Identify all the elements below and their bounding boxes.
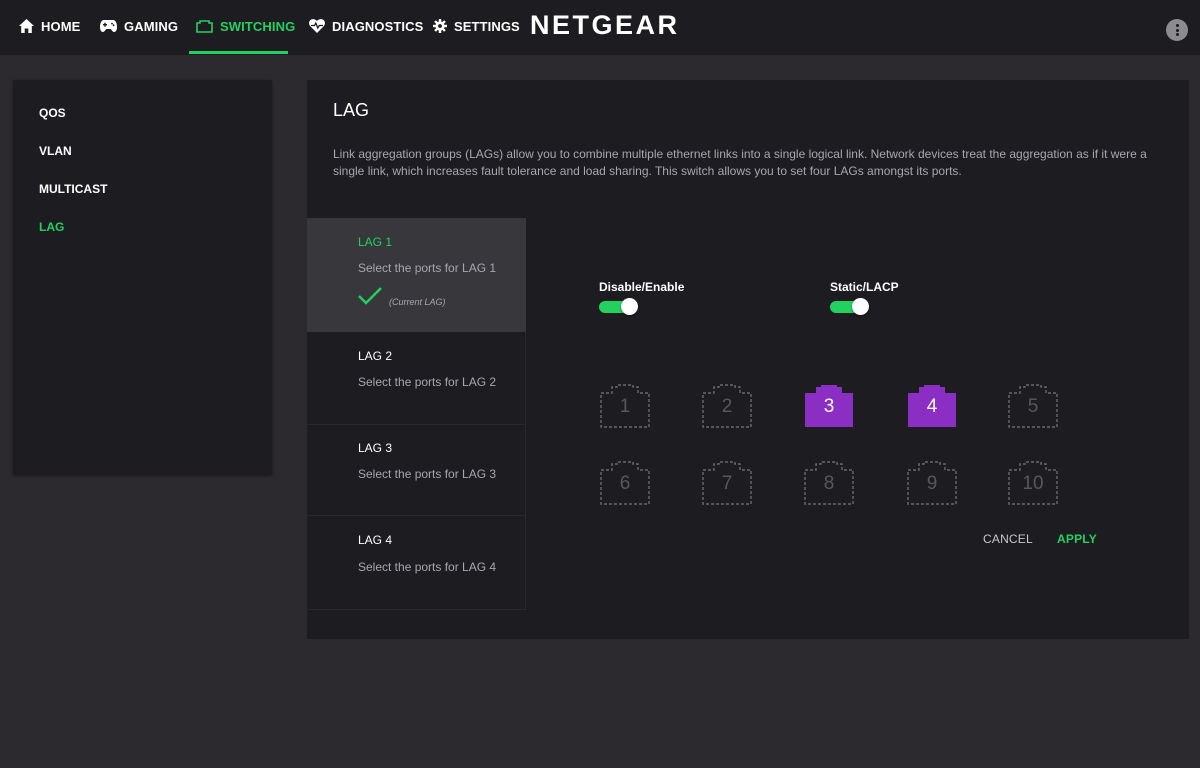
nav-switching[interactable]: SWITCHING	[196, 0, 295, 52]
switching-sidebar: QOS VLAN MULTICAST LAG	[13, 80, 272, 475]
port-number: 8	[823, 473, 835, 494]
port-number: 10	[1022, 473, 1044, 494]
toggle-knob	[621, 298, 638, 315]
port-6[interactable]: 6	[600, 461, 650, 505]
netgear-logo: NETGEAR	[530, 10, 680, 40]
port-number: 3	[823, 396, 835, 417]
mode-toggle-label: Static/LACP	[830, 280, 899, 294]
port-number: 2	[721, 396, 733, 417]
lag-subtitle: Select the ports for LAG 1	[358, 261, 497, 275]
sidebar-item-qos[interactable]: QOS	[39, 106, 66, 120]
lag-name: LAG 1	[358, 235, 393, 249]
port-10[interactable]: 10	[1008, 461, 1058, 505]
switch-icon	[196, 19, 213, 33]
current-lag-label: (Current LAG)	[389, 297, 446, 307]
port-7[interactable]: 7	[702, 461, 752, 505]
lag-subtitle: Select the ports for LAG 2	[358, 375, 497, 389]
nav-gaming-label: GAMING	[124, 18, 179, 34]
lag-list: LAG 1 Select the ports for LAG 1 (Curren…	[307, 218, 526, 610]
heart-pulse-icon	[309, 19, 325, 33]
port-1[interactable]: 1	[600, 384, 650, 428]
gear-icon	[433, 19, 447, 33]
nav-switching-label: SWITCHING	[220, 18, 296, 34]
lag-name: LAG 4	[358, 533, 393, 547]
page-description: Link aggregation groups (LAGs) allow you…	[333, 147, 1147, 178]
gamepad-icon	[100, 20, 117, 32]
more-vertical-icon[interactable]	[1166, 19, 1188, 41]
port-number: 5	[1027, 396, 1039, 417]
top-nav-bar: HOME GAMING SWITCHING DIAGNOSTICS SETTIN…	[0, 0, 1200, 55]
port-number: 9	[926, 473, 938, 494]
toggle-knob	[852, 298, 869, 315]
page-title: LAG	[333, 100, 370, 120]
sidebar-item-multicast[interactable]: MULTICAST	[39, 182, 107, 196]
home-icon	[19, 19, 34, 33]
nav-diagnostics[interactable]: DIAGNOSTICS	[309, 0, 423, 52]
sidebar-item-lag[interactable]: LAG	[39, 220, 64, 234]
port-number: 7	[721, 473, 733, 494]
port-number: 1	[619, 396, 631, 417]
lag-card-1[interactable]: LAG 1 Select the ports for LAG 1 (Curren…	[307, 218, 526, 332]
nav-home-label: HOME	[41, 18, 81, 34]
lag-subtitle: Select the ports for LAG 4	[358, 560, 497, 574]
port-number: 4	[926, 396, 938, 417]
nav-settings[interactable]: SETTINGS	[433, 0, 520, 52]
lag-subtitle: Select the ports for LAG 3	[358, 467, 497, 481]
port-9[interactable]: 9	[907, 461, 957, 505]
lag-card-3[interactable]: LAG 3 Select the ports for LAG 3	[307, 425, 526, 516]
port-number: 6	[619, 473, 631, 494]
nav-diagnostics-label: DIAGNOSTICS	[332, 18, 424, 34]
port-2[interactable]: 2	[702, 384, 752, 428]
active-tab-indicator	[189, 51, 288, 54]
enable-toggle-label: Disable/Enable	[599, 280, 685, 294]
enable-toggle[interactable]	[599, 298, 638, 315]
lag-name: LAG 3	[358, 441, 393, 455]
cancel-button[interactable]: CANCEL	[983, 532, 1033, 546]
sidebar-item-vlan[interactable]: VLAN	[39, 144, 72, 158]
nav-settings-label: SETTINGS	[454, 18, 520, 34]
port-5[interactable]: 5	[1008, 384, 1058, 428]
checkmark-icon	[358, 287, 382, 305]
nav-gaming[interactable]: GAMING	[100, 0, 178, 52]
mode-toggle[interactable]	[830, 298, 869, 315]
port-3[interactable]: 3	[804, 384, 854, 428]
nav-home[interactable]: HOME	[19, 0, 80, 52]
port-8[interactable]: 8	[804, 461, 854, 505]
apply-button[interactable]: APPLY	[1057, 532, 1097, 546]
lag-card-4[interactable]: LAG 4 Select the ports for LAG 4	[307, 516, 526, 610]
lag-name: LAG 2	[358, 349, 393, 363]
lag-card-2[interactable]: LAG 2 Select the ports for LAG 2	[307, 332, 526, 425]
port-4[interactable]: 4	[907, 384, 957, 428]
lag-panel: LAG Link aggregation groups (LAGs) allow…	[307, 80, 1189, 639]
